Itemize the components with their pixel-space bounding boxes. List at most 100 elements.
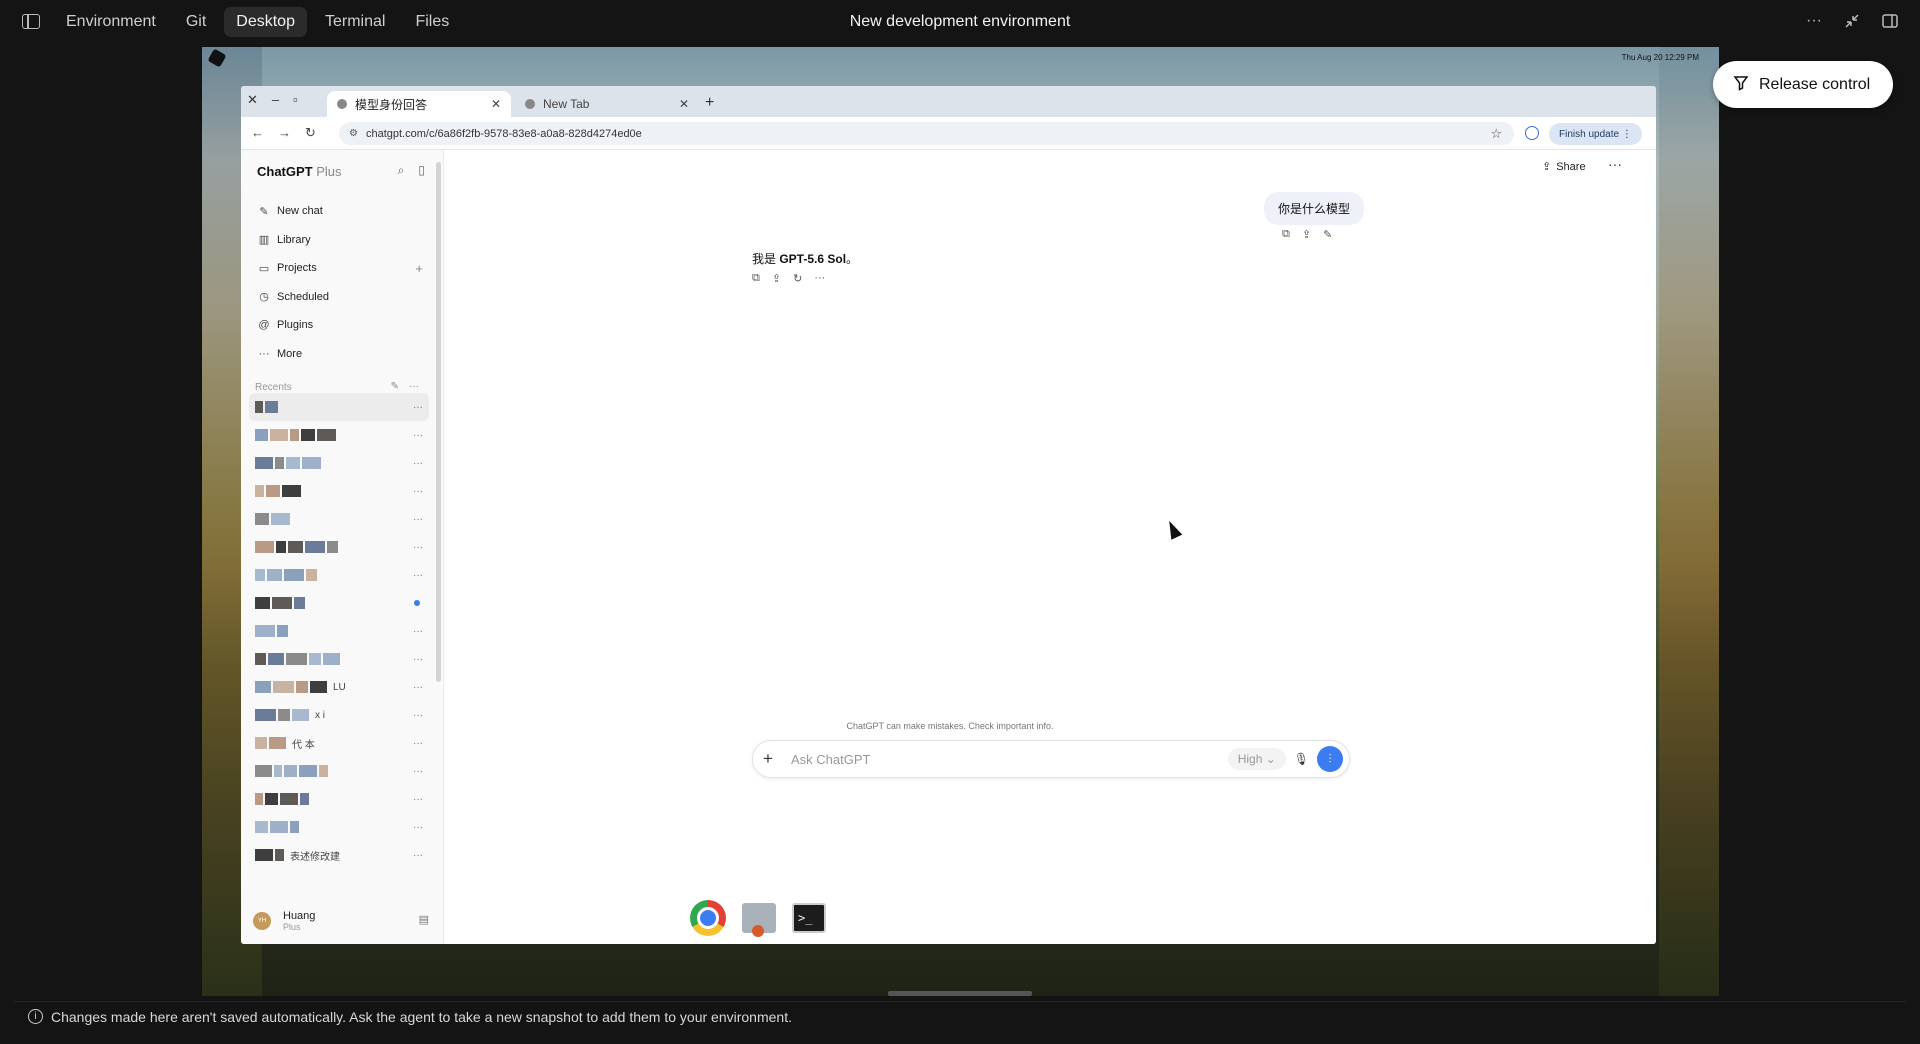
chrome-app-icon[interactable] xyxy=(690,900,726,936)
add-project-icon[interactable]: + xyxy=(415,261,423,276)
panel-icon[interactable] xyxy=(1880,11,1900,31)
sidebar-item-new-chat[interactable]: ✎ New chat xyxy=(257,197,427,226)
file-manager-app-icon[interactable] xyxy=(742,903,776,937)
bookmark-star-icon[interactable]: ☆ xyxy=(1490,126,1502,142)
window-controls: ✕ – ▫ xyxy=(247,92,298,108)
chat-history-item[interactable] xyxy=(249,589,429,617)
chat-history-item[interactable]: ··· xyxy=(249,617,429,645)
chat-options-icon[interactable]: ··· xyxy=(413,402,423,413)
browser-tab-active[interactable]: 模型身份回答 ✕ xyxy=(327,91,511,117)
search-icon[interactable]: ⌕ xyxy=(398,163,405,178)
chat-history-item[interactable]: ··· xyxy=(249,477,429,505)
chat-options-icon[interactable]: ··· xyxy=(413,850,423,861)
new-tab-button[interactable]: + xyxy=(705,94,714,112)
tab-terminal[interactable]: Terminal xyxy=(313,7,397,37)
chat-options-icon[interactable]: ··· xyxy=(413,682,423,693)
sidebar-item-scheduled[interactable]: ◷ Scheduled xyxy=(257,283,427,312)
chat-history-item[interactable]: LU ··· xyxy=(249,673,429,701)
conversation-more-icon[interactable]: ··· xyxy=(1608,156,1622,172)
collapse-icon[interactable] xyxy=(1842,11,1862,31)
sidebar-close-icon[interactable]: ▯ xyxy=(418,163,425,178)
close-tab-icon[interactable]: ✕ xyxy=(491,97,501,111)
minimize-window-icon[interactable]: – xyxy=(272,92,279,108)
terminal-app-icon[interactable]: >_ xyxy=(792,903,826,933)
browser-tab-newtab[interactable]: New Tab ✕ xyxy=(515,91,699,117)
more-icon[interactable]: ··· xyxy=(814,272,825,285)
share-icon[interactable]: ⇪ xyxy=(1302,228,1311,241)
redacted-block xyxy=(273,681,294,693)
chat-options-icon[interactable]: ··· xyxy=(413,486,423,497)
chat-options-icon[interactable]: ··· xyxy=(413,710,423,721)
back-icon[interactable]: ← xyxy=(251,125,264,141)
chat-history-item[interactable]: ··· xyxy=(249,449,429,477)
microphone-icon[interactable]: 🎙 xyxy=(1294,752,1309,766)
brand[interactable]: ChatGPT Plus xyxy=(257,164,342,179)
chat-history-item[interactable]: ··· xyxy=(249,645,429,673)
chat-options-icon[interactable]: ··· xyxy=(413,738,423,749)
chat-history-item[interactable]: ··· xyxy=(249,421,429,449)
chat-options-icon[interactable]: ··· xyxy=(413,654,423,665)
tab-desktop[interactable]: Desktop xyxy=(224,7,307,37)
chat-options-icon[interactable]: ··· xyxy=(413,430,423,441)
release-control-button[interactable]: Release control xyxy=(1713,61,1893,108)
sidebar-item-plugins[interactable]: @ Plugins xyxy=(257,311,427,340)
chat-history-item[interactable]: ··· xyxy=(249,533,429,561)
prompt-input[interactable]: Ask ChatGPT xyxy=(791,752,1228,767)
sidebar-item-library[interactable]: ▥ Library xyxy=(257,226,427,255)
redacted-block xyxy=(268,653,284,665)
chat-history-item[interactable]: ··· xyxy=(249,785,429,813)
chat-options-icon[interactable]: ··· xyxy=(413,542,423,553)
chat-options-icon[interactable]: ··· xyxy=(413,458,423,469)
share-icon[interactable]: ⇪ xyxy=(772,272,781,285)
chat-options-icon[interactable]: ··· xyxy=(413,570,423,581)
sidebar-item-more[interactable]: ··· More xyxy=(257,340,427,369)
user-profile[interactable]: YH Huang Plus xyxy=(253,910,315,932)
maximize-window-icon[interactable]: ▫ xyxy=(293,92,298,108)
chat-history-item[interactable]: ··· xyxy=(249,813,429,841)
close-tab-icon[interactable]: ✕ xyxy=(679,97,689,111)
chat-history-item[interactable]: ··· xyxy=(249,393,429,421)
share-button[interactable]: ⇪ Share xyxy=(1542,160,1586,174)
profile-icon[interactable] xyxy=(1525,126,1539,140)
address-bar[interactable]: ⚙ chatgpt.com/c/6a86f2fb-9578-83e8-a0a8-… xyxy=(339,122,1514,145)
finish-update-button[interactable]: Finish update ⋮ xyxy=(1549,123,1642,145)
chat-history-item[interactable]: ··· xyxy=(249,561,429,589)
tab-git[interactable]: Git xyxy=(174,7,218,37)
close-window-icon[interactable]: ✕ xyxy=(247,92,258,108)
chat-history-item[interactable]: 代 本 ··· xyxy=(249,729,429,757)
chat-options-icon[interactable]: ··· xyxy=(413,626,423,637)
tab-environment[interactable]: Environment xyxy=(54,7,168,37)
chat-options-icon[interactable]: ··· xyxy=(413,822,423,833)
tab-files[interactable]: Files xyxy=(403,7,461,37)
redacted-block xyxy=(255,597,270,609)
more-icon[interactable]: ··· xyxy=(1804,11,1824,31)
add-attachment-icon[interactable]: + xyxy=(763,749,783,769)
chat-options-icon[interactable]: ··· xyxy=(413,514,423,525)
chat-options-icon[interactable]: ··· xyxy=(413,794,423,805)
voice-mode-icon[interactable]: ⫶ xyxy=(1317,746,1343,772)
chat-history-item[interactable]: ··· xyxy=(249,505,429,533)
regenerate-icon[interactable]: ↻ xyxy=(793,272,802,285)
user-name: Huang xyxy=(283,910,316,922)
copy-icon[interactable]: ⧉ xyxy=(1282,228,1290,241)
chat-history-item[interactable]: ··· xyxy=(249,757,429,785)
chat-history-item[interactable]: 表述修改建 ··· xyxy=(249,841,429,869)
redacted-block xyxy=(276,541,286,553)
site-info-icon[interactable]: ⚙ xyxy=(349,128,358,139)
redacted-block xyxy=(255,541,274,553)
reasoning-level-select[interactable]: High ⌄ xyxy=(1227,748,1286,770)
reload-icon[interactable]: ↻ xyxy=(305,125,316,141)
sidebar-item-projects[interactable]: ▭ Projects + xyxy=(257,254,427,283)
edit-icon[interactable]: ✎ xyxy=(391,381,399,392)
edit-icon[interactable]: ✎ xyxy=(1323,228,1332,241)
chat-history-item[interactable]: x i ··· xyxy=(249,701,429,729)
os-logo-icon[interactable] xyxy=(207,48,227,68)
more-icon[interactable]: ··· xyxy=(409,381,419,392)
sidebar-toggle-icon[interactable] xyxy=(22,14,40,29)
copy-icon[interactable]: ⧉ xyxy=(752,272,760,285)
remote-desktop[interactable]: Thu Aug 20 12:29 PM ✕ – ▫ 模型身份回答 ✕ New T… xyxy=(202,47,1719,996)
sidebar-scrollbar[interactable] xyxy=(436,162,441,682)
gift-icon[interactable]: ▤ xyxy=(419,913,429,926)
chat-options-icon[interactable]: ··· xyxy=(413,766,423,777)
forward-icon[interactable]: → xyxy=(278,125,291,141)
